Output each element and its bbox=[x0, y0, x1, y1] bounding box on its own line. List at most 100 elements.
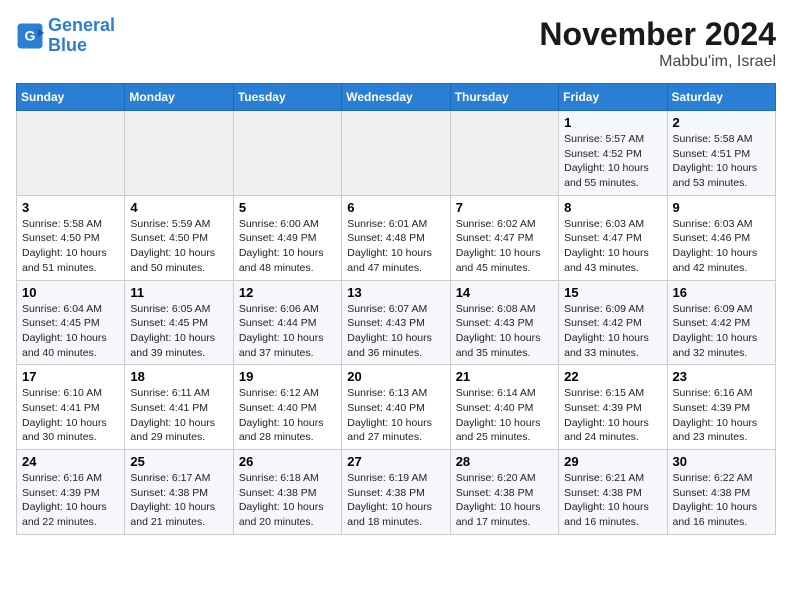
day-number: 19 bbox=[239, 369, 336, 384]
month-title: November 2024 bbox=[539, 16, 776, 53]
day-number: 16 bbox=[673, 285, 770, 300]
day-cell: 8 Sunrise: 6:03 AMSunset: 4:47 PMDaylight… bbox=[559, 195, 667, 280]
day-info: Sunrise: 6:14 AMSunset: 4:40 PMDaylight:… bbox=[456, 386, 553, 445]
week-row-1: 3 Sunrise: 5:58 AMSunset: 4:50 PMDaylight… bbox=[17, 195, 776, 280]
calendar-table: SundayMondayTuesdayWednesdayThursdayFrid… bbox=[16, 83, 776, 535]
day-info: Sunrise: 6:06 AMSunset: 4:44 PMDaylight:… bbox=[239, 302, 336, 361]
day-info: Sunrise: 6:15 AMSunset: 4:39 PMDaylight:… bbox=[564, 386, 661, 445]
day-info: Sunrise: 5:57 AMSunset: 4:52 PMDaylight:… bbox=[564, 132, 661, 191]
day-cell: 16 Sunrise: 6:09 AMSunset: 4:42 PMDayligh… bbox=[667, 280, 775, 365]
day-number: 29 bbox=[564, 454, 661, 469]
logo: G General Blue bbox=[16, 16, 115, 56]
header-cell-thursday: Thursday bbox=[450, 84, 558, 111]
calendar-header: SundayMondayTuesdayWednesdayThursdayFrid… bbox=[17, 84, 776, 111]
day-cell: 27 Sunrise: 6:19 AMSunset: 4:38 PMDayligh… bbox=[342, 450, 450, 535]
day-number: 20 bbox=[347, 369, 444, 384]
header-cell-sunday: Sunday bbox=[17, 84, 125, 111]
day-number: 27 bbox=[347, 454, 444, 469]
day-number: 4 bbox=[130, 200, 227, 215]
day-cell: 14 Sunrise: 6:08 AMSunset: 4:43 PMDayligh… bbox=[450, 280, 558, 365]
day-cell: 25Sunrise: 6:17 AMSunset: 4:38 PMDayligh… bbox=[125, 450, 233, 535]
day-info: Sunrise: 6:09 AMSunset: 4:42 PMDaylight:… bbox=[673, 302, 770, 361]
svg-text:G: G bbox=[25, 27, 36, 43]
day-cell: 18Sunrise: 6:11 AMSunset: 4:41 PMDayligh… bbox=[125, 365, 233, 450]
header-cell-monday: Monday bbox=[125, 84, 233, 111]
page-header: G General Blue November 2024 Mabbu'im, I… bbox=[16, 16, 776, 71]
day-info: Sunrise: 6:03 AMSunset: 4:46 PMDaylight:… bbox=[673, 217, 770, 276]
week-row-0: 1 Sunrise: 5:57 AMSunset: 4:52 PMDaylight… bbox=[17, 111, 776, 196]
day-number: 1 bbox=[564, 115, 661, 130]
day-cell: 13 Sunrise: 6:07 AMSunset: 4:43 PMDayligh… bbox=[342, 280, 450, 365]
day-info: Sunrise: 5:58 AMSunset: 4:51 PMDaylight:… bbox=[673, 132, 770, 191]
day-info: Sunrise: 6:02 AMSunset: 4:47 PMDaylight:… bbox=[456, 217, 553, 276]
week-row-2: 10 Sunrise: 6:04 AMSunset: 4:45 PMDayligh… bbox=[17, 280, 776, 365]
day-number: 13 bbox=[347, 285, 444, 300]
week-row-4: 24 Sunrise: 6:16 AMSunset: 4:39 PMDayligh… bbox=[17, 450, 776, 535]
day-number: 17 bbox=[22, 369, 119, 384]
day-info: Sunrise: 6:07 AMSunset: 4:43 PMDaylight:… bbox=[347, 302, 444, 361]
day-cell: 9 Sunrise: 6:03 AMSunset: 4:46 PMDaylight… bbox=[667, 195, 775, 280]
day-info: Sunrise: 6:10 AMSunset: 4:41 PMDaylight:… bbox=[22, 386, 119, 445]
day-cell bbox=[125, 111, 233, 196]
day-cell bbox=[450, 111, 558, 196]
day-cell: 2 Sunrise: 5:58 AMSunset: 4:51 PMDaylight… bbox=[667, 111, 775, 196]
day-info: Sunrise: 6:12 AMSunset: 4:40 PMDaylight:… bbox=[239, 386, 336, 445]
day-number: 10 bbox=[22, 285, 119, 300]
day-number: 2 bbox=[673, 115, 770, 130]
day-info: Sunrise: 6:00 AMSunset: 4:49 PMDaylight:… bbox=[239, 217, 336, 276]
calendar-body: 1 Sunrise: 5:57 AMSunset: 4:52 PMDaylight… bbox=[17, 111, 776, 535]
day-cell: 24 Sunrise: 6:16 AMSunset: 4:39 PMDayligh… bbox=[17, 450, 125, 535]
day-cell bbox=[233, 111, 341, 196]
header-row: SundayMondayTuesdayWednesdayThursdayFrid… bbox=[17, 84, 776, 111]
day-cell: 26 Sunrise: 6:18 AMSunset: 4:38 PMDayligh… bbox=[233, 450, 341, 535]
day-info: Sunrise: 6:16 AMSunset: 4:39 PMDaylight:… bbox=[22, 471, 119, 530]
day-number: 30 bbox=[673, 454, 770, 469]
title-area: November 2024 Mabbu'im, Israel bbox=[539, 16, 776, 71]
day-info: Sunrise: 5:59 AMSunset: 4:50 PMDaylight:… bbox=[130, 217, 227, 276]
logo-icon: G bbox=[16, 22, 44, 50]
day-number: 15 bbox=[564, 285, 661, 300]
header-cell-saturday: Saturday bbox=[667, 84, 775, 111]
day-info: Sunrise: 6:20 AMSunset: 4:38 PMDaylight:… bbox=[456, 471, 553, 530]
day-number: 7 bbox=[456, 200, 553, 215]
week-row-3: 17 Sunrise: 6:10 AMSunset: 4:41 PMDayligh… bbox=[17, 365, 776, 450]
day-number: 28 bbox=[456, 454, 553, 469]
day-number: 12 bbox=[239, 285, 336, 300]
day-info: Sunrise: 6:13 AMSunset: 4:40 PMDaylight:… bbox=[347, 386, 444, 445]
day-number: 9 bbox=[673, 200, 770, 215]
day-info: Sunrise: 6:08 AMSunset: 4:43 PMDaylight:… bbox=[456, 302, 553, 361]
day-cell: 23Sunrise: 6:16 AMSunset: 4:39 PMDayligh… bbox=[667, 365, 775, 450]
day-info: Sunrise: 5:58 AMSunset: 4:50 PMDaylight:… bbox=[22, 217, 119, 276]
day-cell: 19 Sunrise: 6:12 AMSunset: 4:40 PMDayligh… bbox=[233, 365, 341, 450]
day-info: Sunrise: 6:05 AMSunset: 4:45 PMDaylight:… bbox=[130, 302, 227, 361]
day-info: Sunrise: 6:03 AMSunset: 4:47 PMDaylight:… bbox=[564, 217, 661, 276]
day-info: Sunrise: 6:21 AMSunset: 4:38 PMDaylight:… bbox=[564, 471, 661, 530]
day-cell: 3 Sunrise: 5:58 AMSunset: 4:50 PMDaylight… bbox=[17, 195, 125, 280]
day-cell: 20 Sunrise: 6:13 AMSunset: 4:40 PMDayligh… bbox=[342, 365, 450, 450]
day-cell: 22Sunrise: 6:15 AMSunset: 4:39 PMDayligh… bbox=[559, 365, 667, 450]
day-number: 5 bbox=[239, 200, 336, 215]
day-number: 18 bbox=[130, 369, 227, 384]
day-cell: 4 Sunrise: 5:59 AMSunset: 4:50 PMDaylight… bbox=[125, 195, 233, 280]
day-number: 26 bbox=[239, 454, 336, 469]
day-cell: 28 Sunrise: 6:20 AMSunset: 4:38 PMDayligh… bbox=[450, 450, 558, 535]
day-number: 24 bbox=[22, 454, 119, 469]
day-number: 8 bbox=[564, 200, 661, 215]
location: Mabbu'im, Israel bbox=[539, 53, 776, 71]
day-cell: 6Sunrise: 6:01 AMSunset: 4:48 PMDaylight… bbox=[342, 195, 450, 280]
day-number: 11 bbox=[130, 285, 227, 300]
day-cell: 7 Sunrise: 6:02 AMSunset: 4:47 PMDaylight… bbox=[450, 195, 558, 280]
day-cell: 15Sunrise: 6:09 AMSunset: 4:42 PMDayligh… bbox=[559, 280, 667, 365]
day-number: 23 bbox=[673, 369, 770, 384]
day-info: Sunrise: 6:22 AMSunset: 4:38 PMDaylight:… bbox=[673, 471, 770, 530]
day-number: 14 bbox=[456, 285, 553, 300]
day-info: Sunrise: 6:04 AMSunset: 4:45 PMDaylight:… bbox=[22, 302, 119, 361]
day-info: Sunrise: 6:17 AMSunset: 4:38 PMDaylight:… bbox=[130, 471, 227, 530]
day-info: Sunrise: 6:01 AMSunset: 4:48 PMDaylight:… bbox=[347, 217, 444, 276]
logo-name1: General bbox=[48, 15, 115, 35]
day-info: Sunrise: 6:18 AMSunset: 4:38 PMDaylight:… bbox=[239, 471, 336, 530]
day-number: 3 bbox=[22, 200, 119, 215]
day-cell: 12 Sunrise: 6:06 AMSunset: 4:44 PMDayligh… bbox=[233, 280, 341, 365]
day-info: Sunrise: 6:19 AMSunset: 4:38 PMDaylight:… bbox=[347, 471, 444, 530]
day-cell: 21Sunrise: 6:14 AMSunset: 4:40 PMDayligh… bbox=[450, 365, 558, 450]
